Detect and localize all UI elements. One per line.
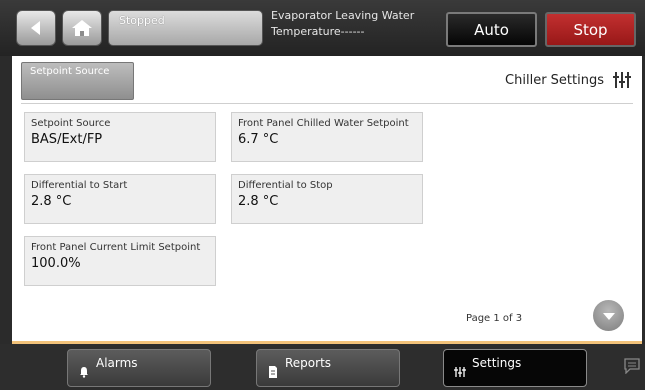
chevron-down-icon bbox=[602, 312, 615, 320]
nav-settings-label: Settings bbox=[472, 356, 522, 370]
setting-label: Front Panel Current Limit Setpoint bbox=[31, 242, 201, 253]
tab-setpoint-source[interactable]: Setpoint Source bbox=[21, 62, 134, 100]
setting-label: Front Panel Chilled Water Setpoint bbox=[238, 118, 409, 129]
next-page-button[interactable] bbox=[593, 300, 624, 331]
back-arrow-icon bbox=[31, 21, 40, 35]
setting-value: 6.7 °C bbox=[238, 132, 279, 147]
auto-button[interactable]: Auto bbox=[446, 12, 537, 47]
setting-card-chilled-water-setpoint[interactable]: Front Panel Chilled Water Setpoint 6.7 °… bbox=[231, 112, 423, 162]
settings-sliders-icon bbox=[613, 72, 631, 88]
nav-reports-button[interactable]: Reports bbox=[256, 349, 400, 387]
nav-alarms-label: Alarms bbox=[96, 356, 138, 370]
top-bar: Stopped Evaporator Leaving Water Tempera… bbox=[0, 0, 645, 56]
setting-value: 100.0% bbox=[31, 256, 81, 271]
setting-label: Differential to Stop bbox=[238, 180, 333, 191]
setting-value: BAS/Ext/FP bbox=[31, 132, 103, 147]
nav-settings-button[interactable]: Settings bbox=[443, 349, 587, 387]
auto-button-label: Auto bbox=[474, 20, 509, 39]
tab-setpoint-source-label: Setpoint Source bbox=[30, 66, 110, 77]
setting-card-current-limit-setpoint[interactable]: Front Panel Current Limit Setpoint 100.0… bbox=[24, 236, 216, 286]
setting-card-differential-to-start[interactable]: Differential to Start 2.8 °C bbox=[24, 174, 216, 224]
setting-value: 2.8 °C bbox=[31, 194, 72, 209]
nav-reports-label: Reports bbox=[285, 356, 332, 370]
page-indicator: Page 1 of 3 bbox=[466, 313, 523, 324]
evaporator-readout: Evaporator Leaving Water Temperature----… bbox=[271, 8, 431, 40]
status-text: Stopped bbox=[119, 14, 165, 27]
back-button[interactable] bbox=[16, 10, 56, 46]
evaporator-value: Temperature------ bbox=[271, 25, 365, 38]
main-panel: Setpoint Source Chiller Settings Setpoin… bbox=[12, 56, 642, 344]
stop-button[interactable]: Stop bbox=[545, 12, 636, 47]
status-indicator[interactable]: Stopped bbox=[108, 10, 263, 46]
setting-card-setpoint-source[interactable]: Setpoint Source BAS/Ext/FP bbox=[24, 112, 216, 162]
home-button[interactable] bbox=[62, 10, 102, 46]
settings-sliders-icon bbox=[454, 367, 466, 377]
stop-button-label: Stop bbox=[573, 20, 608, 39]
setting-value: 2.8 °C bbox=[238, 194, 279, 209]
evaporator-label: Evaporator Leaving Water bbox=[271, 9, 415, 22]
bottom-nav: Alarms Reports Settings bbox=[0, 344, 645, 390]
header-divider bbox=[21, 103, 633, 104]
nav-alarms-button[interactable]: Alarms bbox=[67, 349, 211, 387]
setting-label: Differential to Start bbox=[31, 180, 128, 191]
bell-icon bbox=[80, 367, 88, 378]
document-icon bbox=[269, 366, 277, 378]
setting-label: Setpoint Source bbox=[31, 118, 111, 129]
home-icon bbox=[72, 20, 92, 36]
setting-card-differential-to-stop[interactable]: Differential to Stop 2.8 °C bbox=[231, 174, 423, 224]
page-title: Chiller Settings bbox=[505, 73, 604, 88]
chat-icon[interactable] bbox=[623, 358, 641, 374]
